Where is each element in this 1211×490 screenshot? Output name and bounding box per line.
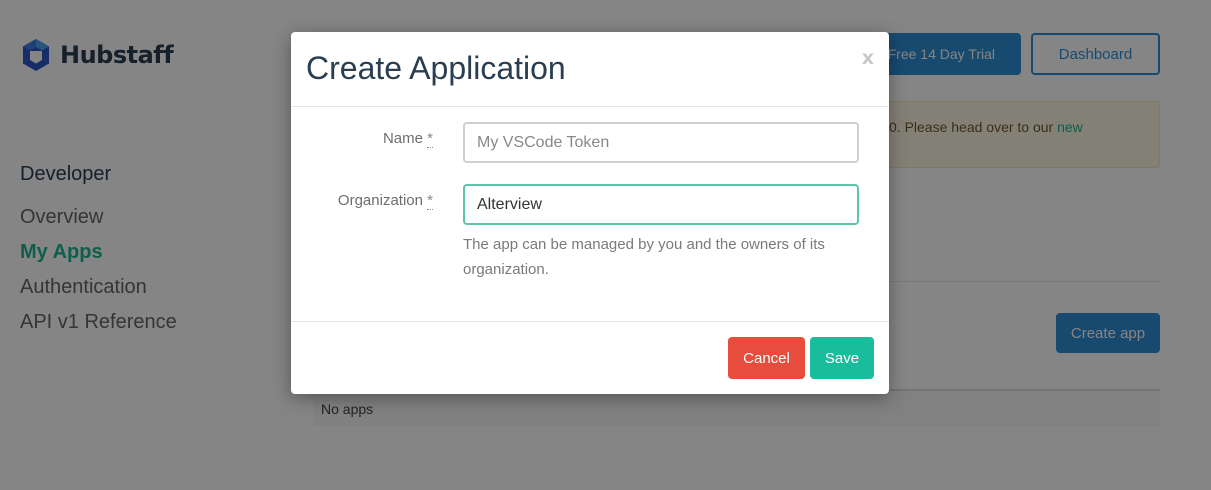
modal-footer-divider [291,321,889,322]
organization-label-text: Organization [337,192,423,209]
organization-select[interactable] [463,184,859,225]
create-application-modal: Create Application x Name * Organization… [291,32,889,394]
name-input[interactable] [463,122,859,163]
save-button[interactable]: Save [810,337,874,379]
required-marker: * [427,130,433,148]
required-marker: * [427,192,433,210]
close-icon[interactable]: x [862,47,874,69]
name-label-text: Name [382,130,423,147]
name-label: Name * [382,130,433,148]
modal-title: Create Application [306,50,566,86]
organization-label: Organization * [337,192,433,210]
organization-help-text: The app can be managed by you and the ow… [463,236,825,278]
modal-header: Create Application x [291,32,889,107]
cancel-button[interactable]: Cancel [728,337,805,379]
